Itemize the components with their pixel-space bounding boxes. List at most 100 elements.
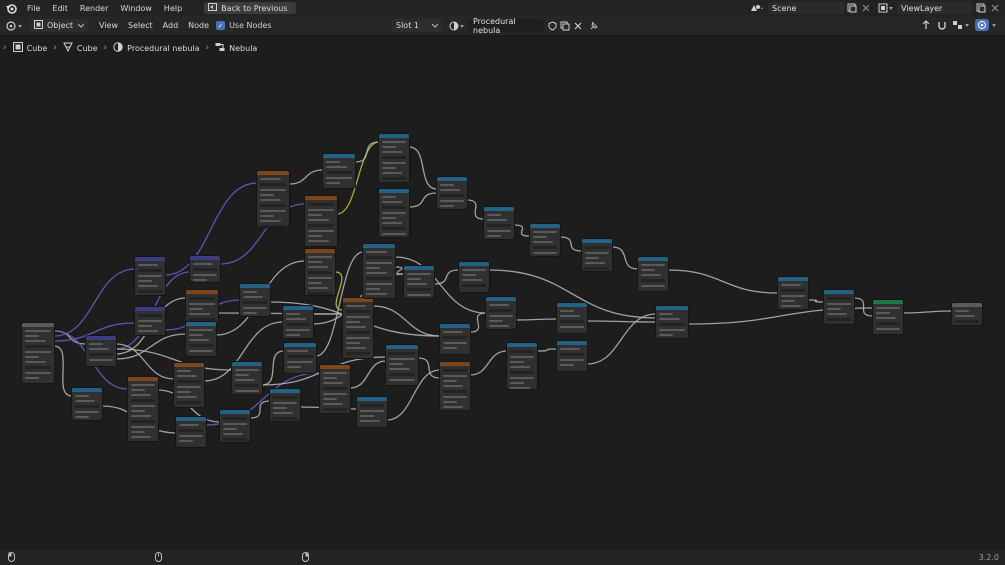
- node-field[interactable]: [659, 323, 685, 326]
- node-editor-canvas[interactable]: [0, 36, 1005, 550]
- node-field[interactable]: [131, 399, 155, 402]
- node-header[interactable]: [459, 262, 489, 266]
- delete-view-layer-icon[interactable]: [989, 2, 1001, 14]
- shader-node[interactable]: [305, 249, 335, 295]
- node-header[interactable]: [232, 362, 262, 366]
- shader-node[interactable]: [176, 417, 206, 447]
- menu-file[interactable]: File: [21, 4, 46, 13]
- shader-node[interactable]: [386, 345, 418, 385]
- shader-node[interactable]: [186, 322, 216, 356]
- shader-node[interactable]: [557, 341, 587, 371]
- node-field[interactable]: [827, 297, 851, 300]
- node-field[interactable]: [346, 331, 370, 334]
- node-header[interactable]: [656, 306, 688, 310]
- shader-node[interactable]: [530, 224, 560, 256]
- node-field[interactable]: [366, 256, 392, 259]
- node-header[interactable]: [270, 389, 300, 393]
- node-header[interactable]: [379, 134, 409, 138]
- view-layer-selector-icon[interactable]: [876, 2, 896, 14]
- shader-node[interactable]: [135, 257, 165, 295]
- node-field[interactable]: [510, 350, 534, 353]
- node-field[interactable]: [273, 396, 297, 399]
- node-field[interactable]: [323, 408, 347, 411]
- node-header[interactable]: [404, 266, 434, 270]
- shader-node[interactable]: [656, 306, 688, 338]
- node-field[interactable]: [308, 271, 332, 274]
- node-field[interactable]: [443, 369, 467, 372]
- node-field[interactable]: [407, 288, 431, 291]
- shader-node[interactable]: [305, 196, 337, 246]
- shader-node[interactable]: [484, 207, 514, 239]
- node-field[interactable]: [827, 318, 851, 321]
- node-field[interactable]: [177, 380, 201, 383]
- node-header[interactable]: [257, 171, 289, 175]
- node-header[interactable]: [186, 290, 218, 294]
- node-header[interactable]: [22, 323, 54, 327]
- node-field[interactable]: [75, 405, 99, 408]
- shader-node[interactable]: [174, 363, 204, 407]
- node-header[interactable]: [220, 410, 250, 414]
- shader-node[interactable]: [638, 257, 668, 291]
- shader-node[interactable]: [404, 266, 434, 298]
- node-field[interactable]: [560, 320, 584, 323]
- node-field[interactable]: [138, 269, 162, 272]
- node-header[interactable]: [320, 365, 350, 369]
- scene-selector-icon[interactable]: [748, 2, 766, 14]
- material-browse-icon[interactable]: [448, 20, 466, 32]
- shader-node[interactable]: [128, 377, 158, 441]
- overlays-icon[interactable]: [974, 19, 1000, 31]
- node-field[interactable]: [487, 224, 511, 227]
- shader-node[interactable]: [440, 324, 470, 354]
- node-header[interactable]: [240, 284, 270, 288]
- shader-node[interactable]: [22, 323, 54, 383]
- shader-node[interactable]: [486, 297, 516, 329]
- node-field[interactable]: [193, 268, 217, 271]
- delete-scene-icon[interactable]: [860, 2, 872, 14]
- node-header[interactable]: [386, 345, 418, 349]
- node-header[interactable]: [778, 277, 808, 281]
- node-header[interactable]: [135, 257, 165, 261]
- node-field[interactable]: [25, 366, 51, 369]
- node-field[interactable]: [189, 318, 215, 321]
- node-header[interactable]: [128, 377, 158, 381]
- menu-node[interactable]: Node: [183, 21, 214, 30]
- snap-element-icon[interactable]: [951, 19, 971, 31]
- menu-window[interactable]: Window: [114, 4, 158, 13]
- node-header[interactable]: [557, 341, 587, 345]
- node-header[interactable]: [638, 257, 668, 261]
- shader-node[interactable]: [343, 298, 373, 358]
- scene-name-field[interactable]: Scene: [768, 2, 844, 14]
- node-header[interactable]: [186, 322, 216, 326]
- use-nodes-toggle[interactable]: ✓ Use Nodes: [216, 21, 272, 30]
- shader-node[interactable]: [257, 171, 289, 227]
- node-field[interactable]: [287, 355, 313, 358]
- node-field[interactable]: [286, 323, 310, 326]
- node-field[interactable]: [346, 352, 370, 355]
- blender-logo-icon[interactable]: [4, 1, 18, 15]
- node-field[interactable]: [131, 420, 155, 423]
- fake-user-shield-icon[interactable]: [546, 20, 558, 32]
- shader-node[interactable]: [459, 262, 489, 292]
- slot-dropdown[interactable]: Slot 1: [392, 19, 442, 32]
- node-field[interactable]: [389, 373, 415, 376]
- shader-node[interactable]: [323, 154, 355, 188]
- menu-edit[interactable]: Edit: [46, 4, 74, 13]
- node-field[interactable]: [177, 401, 201, 404]
- node-header[interactable]: [343, 298, 373, 302]
- shader-node[interactable]: [379, 189, 409, 237]
- shader-node[interactable]: [437, 177, 467, 209]
- shader-node[interactable]: [186, 290, 218, 322]
- object-mode-dropdown[interactable]: Object: [30, 19, 88, 32]
- node-header[interactable]: [305, 249, 335, 253]
- node-field[interactable]: [462, 284, 486, 287]
- shader-node[interactable]: [873, 300, 903, 334]
- shader-node[interactable]: [270, 389, 300, 421]
- shader-node[interactable]: [357, 397, 387, 427]
- node-field[interactable]: [641, 279, 665, 282]
- node-header[interactable]: [283, 306, 313, 310]
- shader-node[interactable]: [363, 244, 395, 298]
- node-header[interactable]: [824, 290, 854, 294]
- node-field[interactable]: [260, 183, 286, 186]
- node-field[interactable]: [273, 417, 297, 420]
- node-field[interactable]: [189, 297, 215, 300]
